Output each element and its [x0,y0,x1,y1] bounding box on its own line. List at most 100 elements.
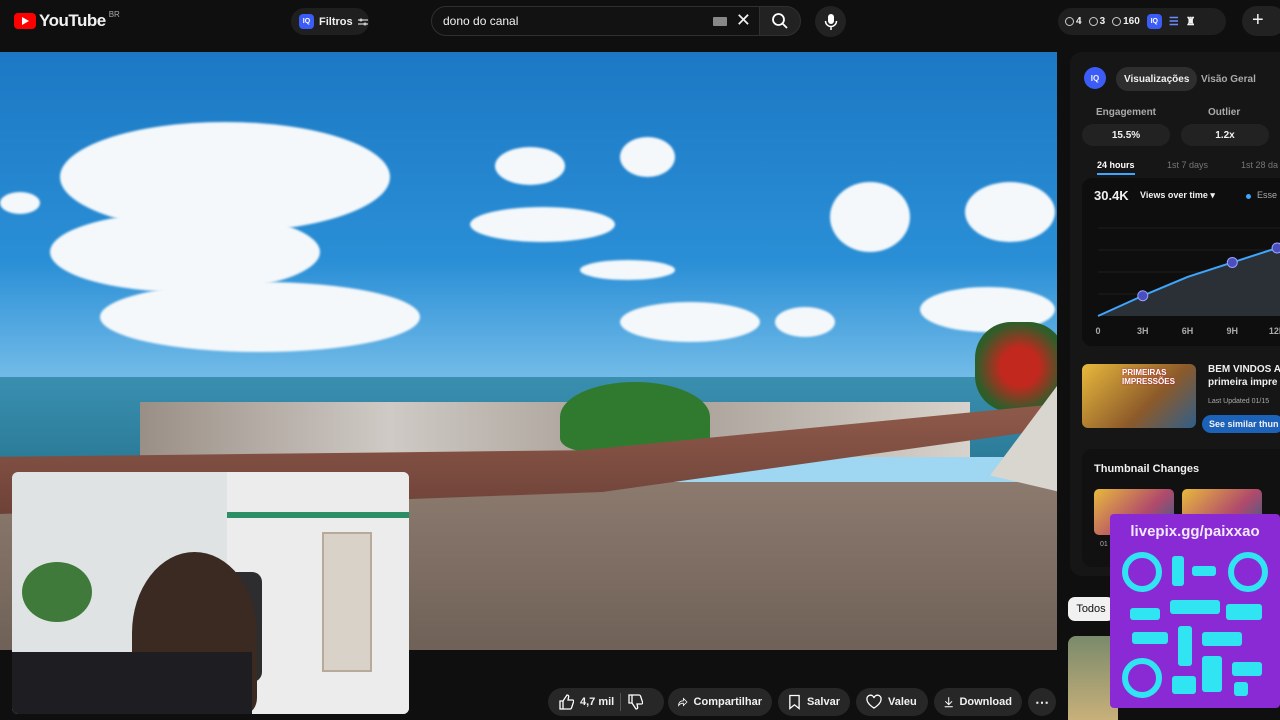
cloud [620,137,675,177]
share-button[interactable]: Compartilhar [668,688,772,716]
youtube-play-icon [14,13,36,29]
share-icon [678,697,688,707]
voice-search-button[interactable] [815,6,846,37]
tab-visao-geral[interactable]: Visão Geral [1193,67,1264,91]
video-title-line2[interactable]: primeira impre [1208,377,1277,388]
engagement-label: Engagement [1096,107,1157,118]
iq-icon[interactable]: IQ [1084,67,1106,89]
sliders-icon [357,18,368,25]
see-similar-button[interactable]: See similar thun [1202,415,1280,433]
cloud [775,307,835,337]
qr-module [1202,656,1222,692]
stat-views-value: 3 [1099,16,1106,27]
qr-module [1232,662,1262,676]
desk [12,652,252,714]
tab-1st-28-days[interactable]: 1st 28 da [1241,160,1278,170]
chart-svg: 0 3H 6H 9H 12H [1095,227,1280,336]
qr-module [1132,632,1168,644]
qr-module [1172,556,1184,586]
chart-point[interactable] [1226,256,1238,268]
more-actions-button[interactable]: ⋯ [1028,688,1056,716]
cloud [965,182,1055,242]
like-count: 4,7 mil [580,696,615,708]
youtube-logo[interactable]: YouTube BR [14,9,120,31]
cloud [100,282,420,352]
cloud [50,212,320,292]
outlier-label: Outlier [1208,107,1241,118]
x-tick-label: 12H [1269,326,1280,336]
microphone-icon [824,13,837,30]
country-code: BR [108,9,120,19]
webcam-overlay [12,472,409,714]
stat-views: 3 [1088,16,1106,27]
tab-24-hours[interactable]: 24 hours [1097,160,1135,175]
stat-clock-value: 4 [1076,16,1082,27]
x-tick-label: 9H [1227,326,1239,336]
filter-chip-all[interactable]: Todos [1068,597,1114,621]
clear-search-icon[interactable]: ✕ [736,10,751,31]
search-icon [772,13,788,29]
heart-dollar-icon [866,694,882,709]
download-label: Download [959,696,1012,708]
logo-text: YouTube [39,11,106,30]
tab-visualizacoes[interactable]: Visualizações [1116,67,1198,91]
eye-icon [1088,17,1098,26]
keyboard-icon[interactable] [713,17,727,26]
list-icon[interactable]: ☰ [1169,15,1179,28]
chart-point[interactable] [1137,290,1149,302]
last-updated: Last Updated 01/15 [1208,398,1270,405]
x-tick-label: 0 [1095,326,1100,336]
download-button[interactable]: Download [934,688,1022,716]
filters-button[interactable]: IQ Filtros [291,8,369,35]
qr-module [1130,608,1160,620]
thanks-label: Valeu [888,696,917,708]
plus-icon: + [1252,9,1264,31]
download-icon [944,697,953,708]
cloud [830,182,910,252]
thumbnail-text: PRIMEIRAS IMPRESSÕES [1122,368,1175,386]
save-label: Salvar [806,696,840,708]
outlier-value: 1.2x [1181,124,1269,146]
clock-icon [1065,17,1074,26]
qr-module [1226,604,1262,620]
save-button[interactable]: Salvar [778,688,850,716]
video-card[interactable]: PRIMEIRAS IMPRESSÕES BEM VINDOS A primei… [1082,364,1280,433]
top-bar: YouTube BR IQ Filtros dono do canal ✕ 4 … [0,0,1280,44]
thumbnail-changes-title: Thumbnail Changes [1094,463,1200,475]
cloud [580,260,675,280]
thumbnail-date: 01 [1100,541,1108,548]
wall-stripe [227,512,409,518]
like-dislike-group[interactable]: 4,7 mil [548,688,664,716]
video-thumbnail[interactable]: PRIMEIRAS IMPRESSÕES [1082,364,1196,428]
cloud [470,207,615,242]
livepix-overlay: livepix.gg/paixxao [1110,514,1280,708]
dislike-icon[interactable] [627,694,644,710]
create-button[interactable]: + [1242,6,1280,36]
filters-label: Filtros [319,15,353,28]
livepix-url: livepix.gg/paixxao [1130,523,1260,540]
like-icon[interactable] [558,694,574,710]
search-button[interactable] [759,6,801,36]
share-label: Compartilhar [693,696,762,708]
search-input[interactable]: dono do canal ✕ [431,6,761,36]
stats-bar[interactable]: 4 3 160 IQ ☰ ♜ [1058,8,1226,35]
eye-icon [1112,17,1122,26]
engagement-value: 15.5% [1082,124,1170,146]
qr-module [1170,600,1220,614]
trophy-icon[interactable]: ♜ [1186,15,1196,28]
qr-code [1122,552,1268,698]
video-title-line1[interactable]: BEM VINDOS A [1208,364,1280,375]
chart-point[interactable] [1271,242,1280,254]
flowers [975,322,1057,412]
door [322,532,372,672]
more-icon: ⋯ [1035,693,1049,710]
plant [22,562,92,622]
search-text: dono do canal [443,14,519,28]
tab-1st-7-days[interactable]: 1st 7 days [1167,160,1208,170]
qr-module [1202,632,1242,646]
stat-eye-value: 160 [1123,16,1140,27]
qr-finder [1122,552,1162,592]
thanks-button[interactable]: Valeu [856,688,928,716]
views-chart: 30.4K Views over time ▾ Esse 03H6H9H12H [1082,178,1280,346]
iq-icon[interactable]: IQ [1146,14,1162,29]
